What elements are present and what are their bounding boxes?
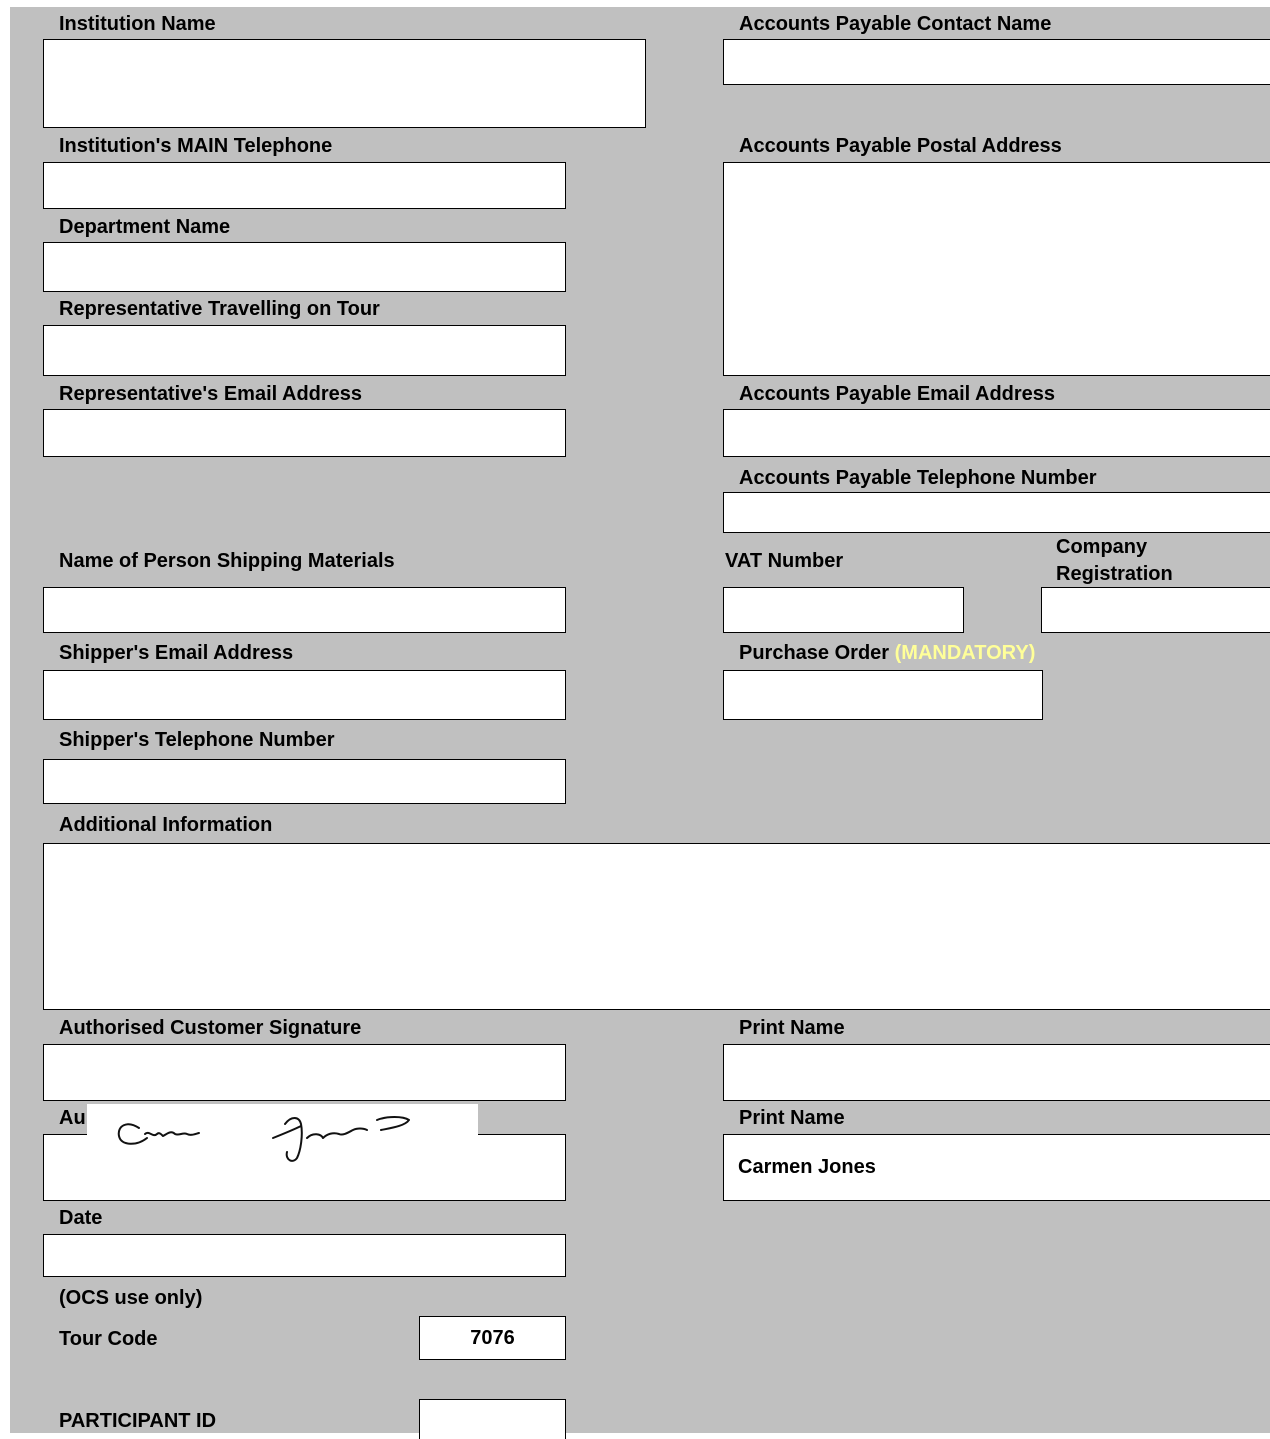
purchase-order-text: Purchase Order — [739, 642, 890, 664]
ap-email-label: Accounts Payable Email Address — [739, 383, 1056, 405]
additional-info-field[interactable] — [43, 843, 1270, 1010]
auth-signature-label-2: Au — [59, 1107, 86, 1129]
representative-field[interactable] — [43, 325, 566, 376]
shipper-email-field[interactable] — [43, 670, 566, 720]
auth-signature-label: Authorised Customer Signature — [59, 1017, 362, 1039]
shipper-phone-field[interactable] — [43, 759, 566, 804]
print-name-field-2[interactable]: Carmen Jones — [723, 1134, 1270, 1201]
signature-image — [87, 1104, 478, 1168]
ap-postal-label: Accounts Payable Postal Address — [739, 135, 1062, 157]
main-telephone-label: Institution's MAIN Telephone — [59, 135, 333, 157]
purchase-order-label: Purchase Order (MANDATORY) — [739, 641, 1035, 665]
date-label: Date — [59, 1207, 103, 1229]
print-name-field-1[interactable] — [723, 1044, 1270, 1101]
shipper-phone-label: Shipper's Telephone Number — [59, 729, 335, 751]
additional-info-label: Additional Information — [59, 814, 273, 836]
participant-id-label: PARTICIPANT ID — [59, 1410, 217, 1432]
department-name-label: Department Name — [59, 216, 231, 238]
form-panel: Institution Name Institution's MAIN Tele… — [10, 7, 1270, 1439]
vat-field[interactable] — [723, 587, 964, 633]
company-reg-label-line2: Registration — [1056, 563, 1173, 585]
ap-postal-field[interactable] — [723, 162, 1270, 376]
ocs-use-only-label: (OCS use only) — [59, 1287, 203, 1309]
department-name-field[interactable] — [43, 242, 566, 292]
rep-email-label: Representative's Email Address — [59, 383, 363, 405]
participant-id-field[interactable] — [419, 1399, 566, 1439]
company-reg-field[interactable] — [1041, 587, 1270, 633]
date-field[interactable] — [43, 1234, 566, 1277]
shipper-name-label: Name of Person Shipping Materials — [59, 550, 395, 572]
shipper-name-field[interactable] — [43, 587, 566, 633]
ap-phone-label: Accounts Payable Telephone Number — [739, 467, 1097, 489]
purchase-order-field[interactable] — [723, 670, 1043, 720]
tour-code-field[interactable]: 7076 — [419, 1316, 566, 1360]
ap-contact-field[interactable] — [723, 39, 1270, 85]
ap-contact-label: Accounts Payable Contact Name — [739, 13, 1052, 35]
representative-label: Representative Travelling on Tour — [59, 298, 380, 320]
ap-email-field[interactable] — [723, 409, 1270, 457]
print-name-value: Carmen Jones — [738, 1156, 876, 1178]
auth-signature-field[interactable] — [43, 1044, 566, 1101]
shipper-email-label: Shipper's Email Address — [59, 642, 294, 664]
rep-email-field[interactable] — [43, 409, 566, 457]
tour-code-label: Tour Code — [59, 1328, 158, 1350]
company-reg-label-line1: Company — [1056, 536, 1148, 558]
print-name-label-1: Print Name — [739, 1017, 845, 1039]
ap-phone-field[interactable] — [723, 492, 1270, 533]
institution-name-label: Institution Name — [59, 13, 216, 35]
vat-label: VAT Number — [725, 550, 844, 572]
mandatory-tag: (MANDATORY) — [894, 642, 1036, 664]
tour-code-value: 7076 — [470, 1327, 515, 1349]
signature-graphic — [117, 1116, 410, 1162]
main-telephone-field[interactable] — [43, 162, 566, 209]
institution-name-field[interactable] — [43, 39, 646, 128]
print-name-label-2: Print Name — [739, 1107, 845, 1129]
